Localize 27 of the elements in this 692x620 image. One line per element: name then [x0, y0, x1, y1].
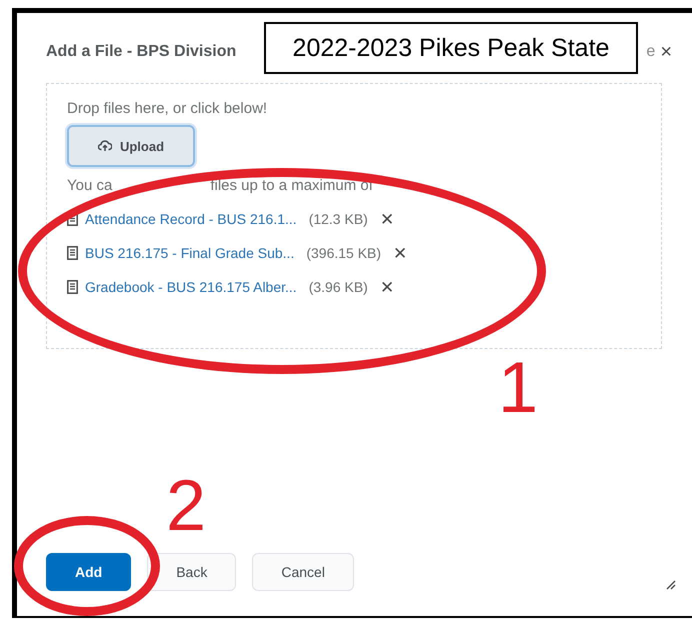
drop-prompt: Drop files here, or click below! [67, 100, 268, 117]
cloud-upload-icon [98, 140, 112, 152]
dialog-title-fragment: e [646, 43, 656, 61]
annotation-number: 2 [166, 470, 206, 542]
dialog-button[interactable]: Cancel [252, 553, 354, 591]
file-link[interactable]: Gradebook - BUS 216.175 Alber... [85, 279, 297, 295]
upload-limit-text: You ca [67, 177, 112, 194]
remove-file-button[interactable]: ✕ [376, 208, 398, 230]
add-button[interactable]: Add [46, 553, 132, 591]
close-button[interactable]: × [655, 40, 672, 64]
file-size: (3.96 KB) [308, 279, 368, 295]
drop-zone[interactable] [46, 83, 662, 349]
file-link[interactable]: BUS 216.175 - Final Grade Sub... [85, 245, 294, 261]
file-link[interactable]: Attendance Record - BUS 216.1... [85, 211, 297, 227]
document-icon [67, 212, 78, 226]
overlay-label: 2022-2023 Pikes Peak State [264, 22, 638, 74]
remove-file-button[interactable]: ✕ [376, 276, 398, 298]
annotation-number: 1 [498, 352, 538, 424]
resize-grip-icon [664, 578, 676, 590]
remove-file-button[interactable]: ✕ [389, 242, 412, 264]
file-size: (12.3 KB) [308, 211, 368, 227]
upload-button[interactable]: Upload [67, 125, 195, 167]
dialog-button[interactable]: Back [147, 553, 236, 591]
document-icon [67, 246, 78, 260]
dialog-title: Add a File - BPS Division [46, 43, 236, 61]
document-icon [67, 280, 78, 294]
file-size: (396.15 KB) [306, 245, 382, 261]
